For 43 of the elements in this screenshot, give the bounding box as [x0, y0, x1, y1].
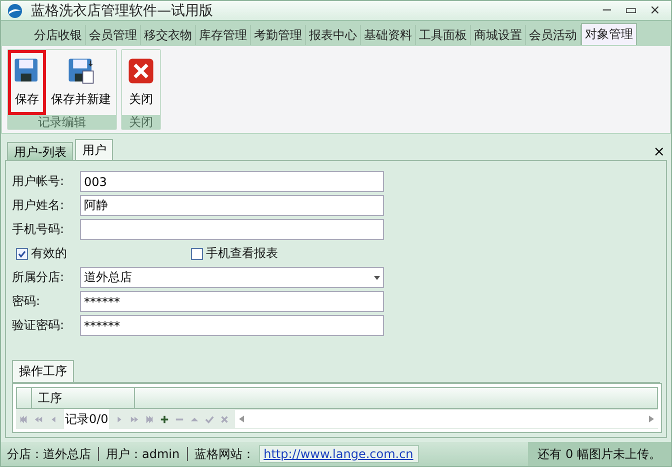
- navigator-icon[interactable]: [160, 414, 170, 424]
- ribbon-group-title: 记录编辑: [8, 115, 116, 129]
- window-title: 蓝格洗衣店管理软件—试用版: [31, 2, 213, 20]
- dropdown-caret-icon: [374, 276, 380, 280]
- floppy-disk-icon: [67, 57, 95, 85]
- field-label: 密码:: [12, 293, 42, 310]
- checkbox-label: 有效的: [31, 245, 67, 262]
- status-text: 蓝格网站：: [194, 446, 255, 462]
- field-label: 所属分店:: [12, 269, 66, 286]
- upload-status: 还有 0 幅图片未上传。: [528, 442, 671, 466]
- scroll-right-icon[interactable]: [649, 415, 654, 423]
- window-control-button[interactable]: ▭: [621, 3, 641, 18]
- window-control-button[interactable]: −: [597, 3, 617, 18]
- column-header[interactable]: 工序: [32, 388, 135, 408]
- checkbox[interactable]: [16, 248, 28, 260]
- horizontal-scrollbar[interactable]: [235, 410, 658, 428]
- checkbox-label: 手机查看报表: [206, 245, 278, 262]
- close-button[interactable]: ×: [651, 144, 667, 160]
- ribbon-group-title: 关闭: [122, 115, 160, 129]
- input-field[interactable]: ******: [80, 291, 384, 312]
- website-link[interactable]: http://www.lange.com.cn: [258, 445, 419, 463]
- input-field[interactable]: 003: [80, 171, 384, 192]
- panel-tab[interactable]: 操作工序: [12, 360, 74, 382]
- window-control-button[interactable]: ×: [645, 3, 665, 18]
- input-field[interactable]: ******: [80, 315, 384, 336]
- status-text: 用户：admin: [106, 446, 180, 462]
- document-tab[interactable]: 用户-列表: [7, 142, 74, 160]
- scroll-left-icon[interactable]: [239, 415, 244, 423]
- status-text: 分店：道外总店: [7, 446, 91, 462]
- ribbon-button[interactable]: 保存: [8, 50, 46, 115]
- input-field[interactable]: [80, 219, 384, 240]
- record-counter: 记录0/0: [64, 408, 110, 430]
- dropdown-field[interactable]: 道外总店: [80, 267, 384, 288]
- field-label: 验证密码:: [12, 317, 66, 334]
- field-label: 用户姓名:: [12, 197, 66, 214]
- app-logo-icon: [7, 2, 23, 18]
- close-icon: [127, 57, 155, 85]
- field-label: 用户帐号:: [12, 173, 66, 190]
- checkbox[interactable]: [191, 248, 203, 260]
- menu-tab[interactable]: 对象管理: [581, 23, 637, 45]
- input-field[interactable]: 阿静: [80, 195, 384, 216]
- field-label: 手机号码:: [12, 221, 66, 238]
- document-tab[interactable]: 用户: [75, 139, 114, 160]
